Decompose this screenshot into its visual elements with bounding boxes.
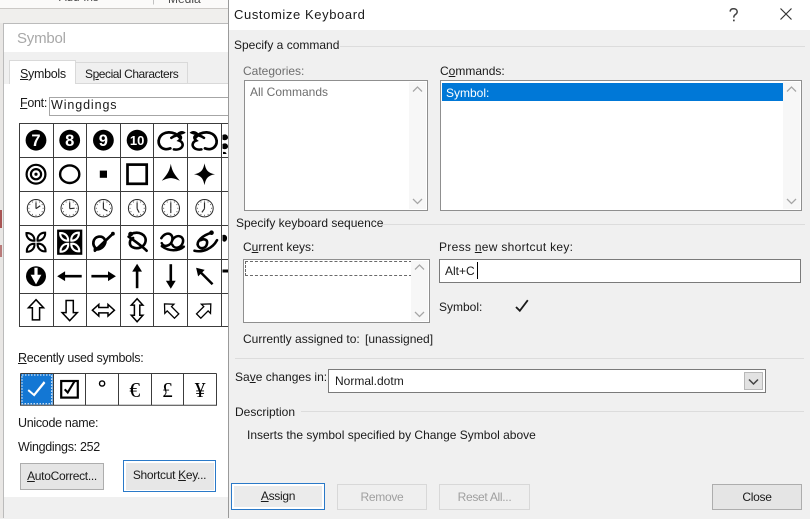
svg-text:£: £ [162, 378, 173, 402]
svg-text:€: € [129, 378, 140, 402]
svg-text:7: 7 [31, 132, 40, 150]
svg-text:10: 10 [130, 133, 144, 148]
svg-text:9: 9 [99, 132, 108, 150]
svg-text:8: 8 [65, 132, 74, 150]
svg-text:¥: ¥ [195, 378, 206, 402]
